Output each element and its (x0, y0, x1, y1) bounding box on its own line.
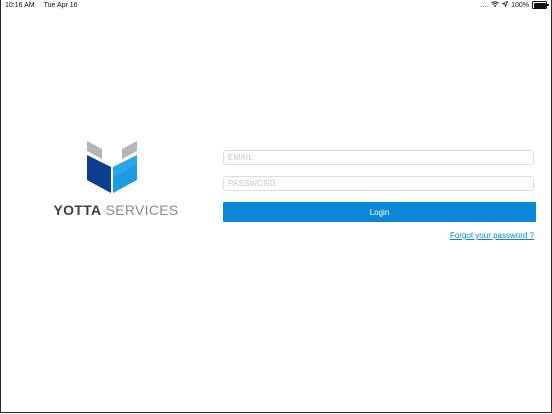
brand-name-bold: YOTTA (53, 202, 102, 218)
login-button[interactable]: Login (223, 202, 536, 222)
forgot-password-link[interactable]: Forgot your password ? (450, 231, 534, 240)
brand-name-light: SERVICES (101, 202, 179, 218)
app-screen: 10:16 AM Tue Apr 16 .... 100% YOTTA SERV… (0, 0, 552, 413)
battery-percent: 100% (511, 1, 529, 9)
status-date: Tue Apr 16 (43, 2, 78, 9)
brand-wordmark: YOTTA SERVICES (51, 202, 181, 218)
status-bar: 10:16 AM Tue Apr 16 .... 100% (1, 0, 551, 12)
wifi-icon (491, 1, 499, 9)
battery-fill (533, 2, 546, 8)
location-arrow-icon (501, 0, 509, 9)
status-right: .... 100% (480, 0, 549, 9)
yotta-logo: YOTTA SERVICES (51, 138, 181, 223)
email-field[interactable] (223, 150, 534, 165)
signal-dots: .... (480, 1, 489, 9)
battery-icon (532, 1, 549, 9)
status-time: 10:16 AM (5, 2, 35, 9)
password-field[interactable] (223, 176, 534, 191)
cube-logo-icon (87, 141, 137, 193)
cube-left-face (87, 155, 111, 193)
status-left: 10:16 AM Tue Apr 16 (5, 2, 78, 9)
